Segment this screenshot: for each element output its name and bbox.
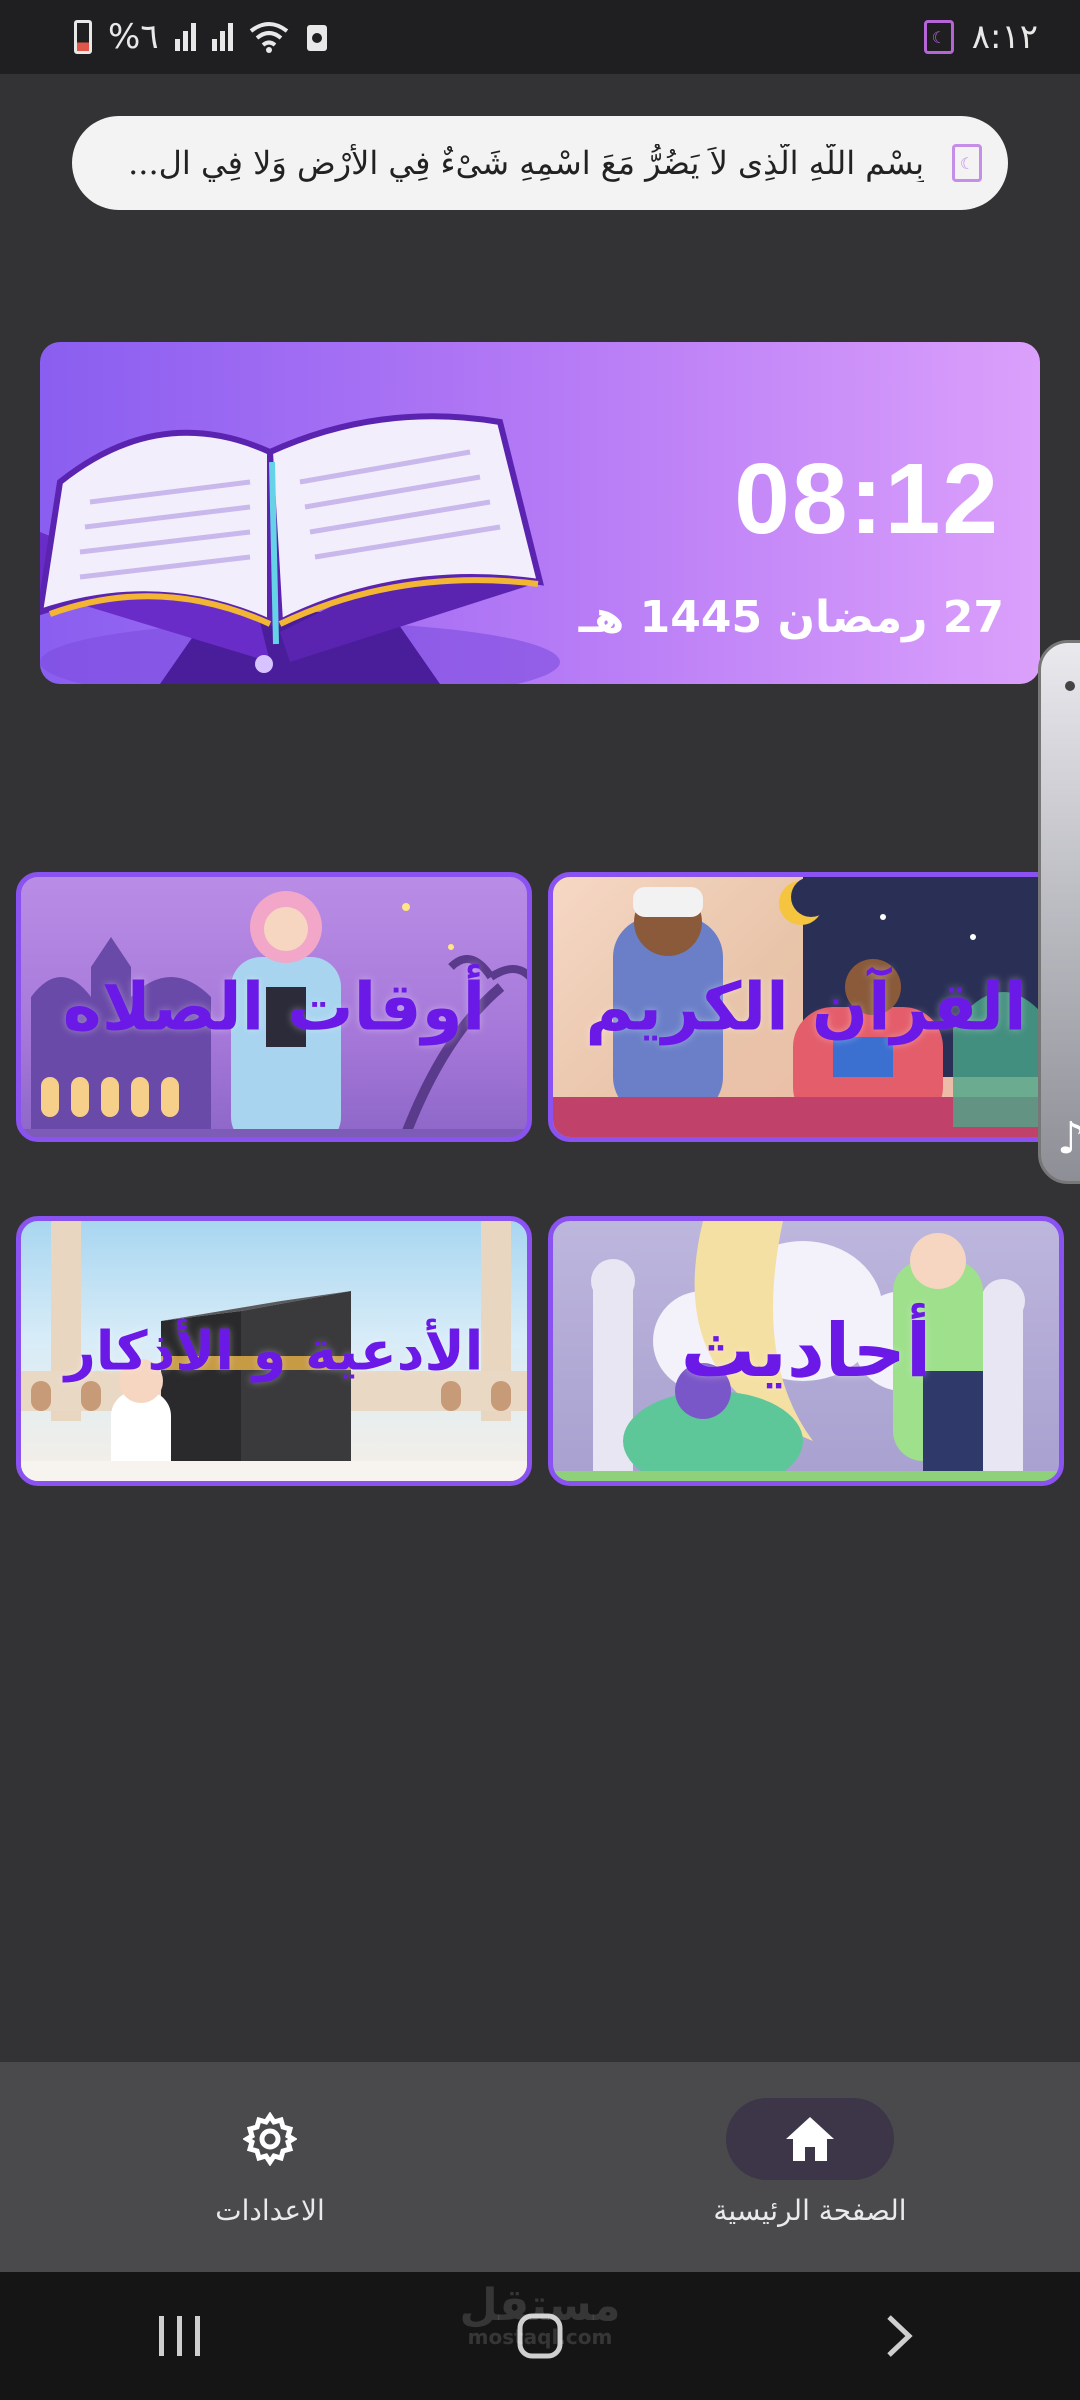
battery-icon (74, 20, 92, 54)
music-note-icon: ♪ (1057, 1113, 1080, 1164)
duaa-adhkar-card-title: الأدعية و الأذكار (64, 1319, 484, 1383)
gear-icon (243, 2112, 297, 2166)
hadith-card[interactable]: أحاديث (548, 1216, 1064, 1486)
status-bar-right: ☾ ٨:١٢ (923, 17, 1038, 57)
hijri-date: 27 رمضان 1445 هـ (578, 592, 1004, 643)
nav-settings[interactable]: الاعدادات (0, 2062, 540, 2272)
open-quran-illustration (40, 413, 560, 684)
edge-panel-handle[interactable]: ♪ (1038, 640, 1080, 1184)
nav-settings-label: الاعدادات (215, 2194, 325, 2227)
battery-percent: %٦ (108, 17, 159, 57)
edge-panel-dot (1065, 681, 1075, 691)
bottom-navigation: الصفحة الرئيسية الاعدادات (0, 2062, 1080, 2272)
recent-apps-button[interactable] (120, 2296, 240, 2376)
dhikr-banner[interactable]: ☾ بِسْمِ اللَّهِ الَّذِى لاَ يَضُرُّ مَع… (72, 116, 1008, 210)
hero-card: 08:12 27 رمضان 1445 هـ (40, 342, 1040, 684)
nav-home-pill (726, 2098, 894, 2180)
recent-apps-icon (159, 2316, 200, 2356)
back-button[interactable] (840, 2296, 960, 2376)
dhikr-text: بِسْمِ اللَّهِ الَّذِى لاَ يَضُرُّ مَعَ … (128, 144, 924, 182)
quran-card[interactable]: القرآن الكريم (548, 872, 1064, 1142)
home-square-icon (517, 2313, 563, 2359)
hero-time: 08:12 (734, 443, 1000, 555)
wifi-icon (249, 22, 288, 53)
status-bar: %٦ ☾ ٨:١٢ (0, 0, 1080, 74)
nav-home[interactable]: الصفحة الرئيسية (540, 2062, 1080, 2272)
prayer-times-card-title: أوقات الصلاه (62, 968, 486, 1046)
app-notification-icon: ☾ (923, 20, 954, 54)
nav-settings-pill (186, 2098, 354, 2180)
home-icon (786, 2117, 834, 2161)
quran-book-icon: ☾ (952, 144, 982, 182)
quran-card-title: القرآن الكريم (585, 968, 1027, 1046)
system-navigation-bar (0, 2272, 1080, 2400)
duaa-adhkar-card[interactable]: الأدعية و الأذكار (16, 1216, 532, 1486)
home-button[interactable] (480, 2296, 600, 2376)
signal-icon (174, 23, 196, 51)
hadith-card-title: أحاديث (680, 1308, 932, 1394)
status-time: ٨:١٢ (971, 17, 1038, 57)
nav-home-label: الصفحة الرئيسية (713, 2194, 907, 2227)
prayer-times-card[interactable]: أوقات الصلاه (16, 872, 532, 1142)
signal-icon-2 (211, 23, 233, 51)
data-saver-icon (306, 25, 327, 51)
back-chevron-icon (887, 2315, 913, 2357)
status-bar-left: %٦ (74, 17, 329, 57)
